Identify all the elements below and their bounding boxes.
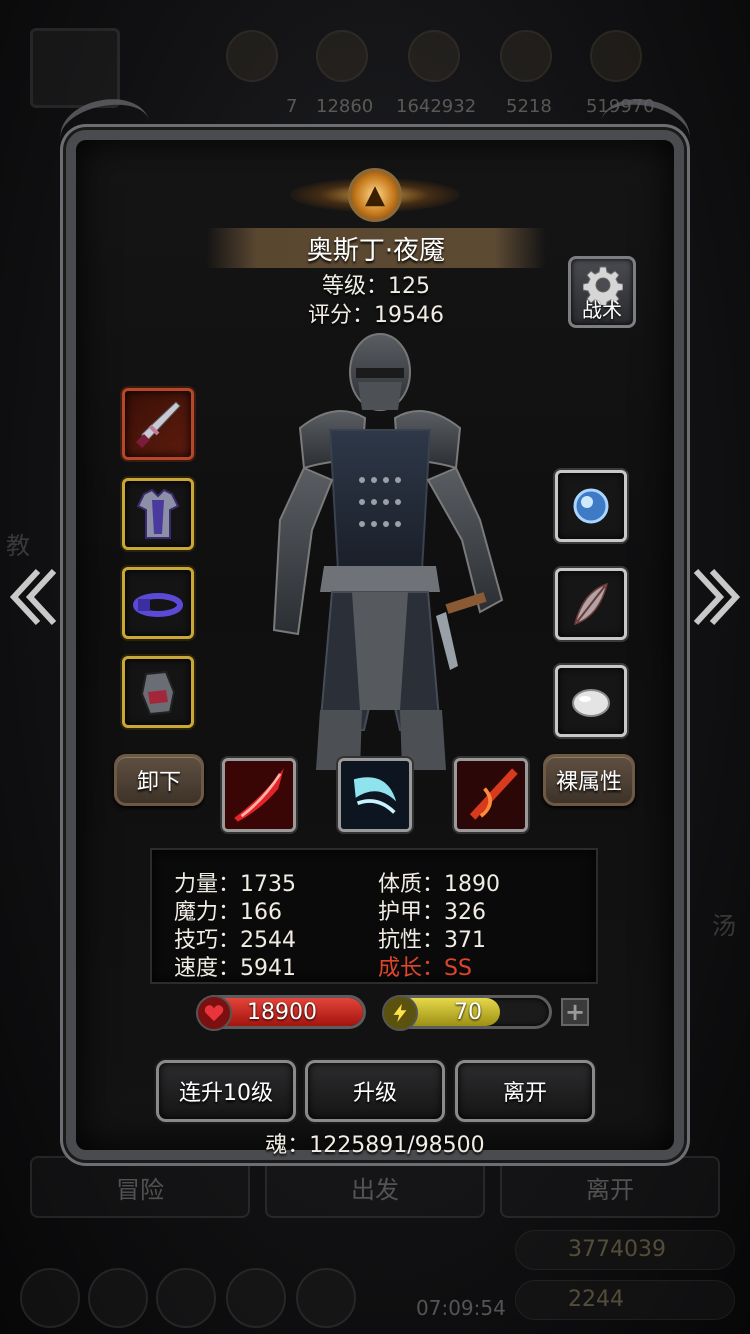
clock: 07:09:54 (416, 1296, 506, 1320)
feather-icon (573, 582, 609, 626)
tactics-label: 战术 (582, 298, 622, 322)
blue-crescent-icon (341, 761, 409, 829)
gem-counter: 2244 (515, 1280, 735, 1320)
equip-slot-stone[interactable] (555, 665, 627, 737)
resource-icon (316, 30, 368, 82)
gauntlet-icon (140, 670, 176, 716)
previous-hero-arrow-icon[interactable] (8, 565, 60, 629)
resource-icon (590, 30, 642, 82)
tab-leave[interactable]: 离开 (500, 1156, 720, 1218)
belt-icon (133, 593, 183, 617)
menu-icon[interactable] (156, 1268, 216, 1328)
leave-button[interactable]: 离开 (455, 1060, 595, 1122)
resource-value: 5218 (506, 96, 552, 117)
unequip-button[interactable]: 卸下 (114, 754, 204, 806)
lightning-icon (382, 995, 418, 1031)
stat-speed: 速度：5941 (174, 956, 296, 981)
player-avatar[interactable] (30, 28, 120, 108)
background-side-text: 汤 (712, 912, 736, 940)
resource-icon (500, 30, 552, 82)
background-side-text: 教 (6, 532, 30, 560)
hero-score: 评分：19546 (308, 303, 444, 328)
level-up-10-button[interactable]: 连升10级 (156, 1060, 296, 1122)
resource-icon (226, 30, 278, 82)
sword-icon (136, 401, 181, 448)
skill-slot-3[interactable] (454, 758, 528, 832)
hero-character-figure (272, 333, 504, 770)
equip-slot-armor[interactable] (122, 478, 194, 550)
equip-slot-weapon[interactable] (122, 388, 194, 460)
hero-level: 等级：125 (322, 274, 430, 299)
bottom-hud: 冒险 出发 离开 3774039 2244 (0, 1150, 750, 1334)
hero-name: 奥斯丁·夜魇 (206, 228, 546, 268)
red-slash-icon (225, 761, 293, 829)
resource-value: 12860 (316, 96, 374, 117)
resource-value: 7 (286, 96, 298, 117)
menu-icon[interactable] (88, 1268, 148, 1328)
resource-value: 1642932 (396, 96, 477, 117)
soul-counter: 魂：1225891/98500 (265, 1133, 485, 1158)
equip-slot-orb[interactable] (555, 470, 627, 542)
tab-depart[interactable]: 出发 (265, 1156, 485, 1218)
level-up-button[interactable]: 升级 (305, 1060, 445, 1122)
skill-slot-1[interactable] (222, 758, 296, 832)
emblem-icon: ▲ (330, 160, 420, 230)
menu-icon[interactable] (296, 1268, 356, 1328)
gold-counter: 3774039 (515, 1230, 735, 1270)
skill-slot-2[interactable] (338, 758, 412, 832)
stone-icon (572, 689, 610, 717)
orb-icon (573, 488, 609, 524)
tactics-button[interactable]: 战术 (568, 256, 636, 328)
base-stats-button[interactable]: 裸属性 (543, 754, 635, 806)
menu-icon[interactable] (20, 1268, 80, 1328)
equip-slot-gloves[interactable] (122, 656, 194, 728)
add-energy-button[interactable]: + (561, 998, 589, 1026)
fire-blade-icon (457, 761, 525, 829)
next-hero-arrow-icon[interactable] (690, 565, 742, 629)
chest-armor-icon (136, 488, 180, 539)
stat-growth: 成长：SS (378, 956, 472, 981)
menu-icon[interactable] (226, 1268, 286, 1328)
heart-icon (196, 995, 232, 1031)
tab-adventure[interactable]: 冒险 (30, 1156, 250, 1218)
equip-slot-belt[interactable] (122, 567, 194, 639)
equip-slot-feather[interactable] (555, 568, 627, 640)
resource-icon (408, 30, 460, 82)
